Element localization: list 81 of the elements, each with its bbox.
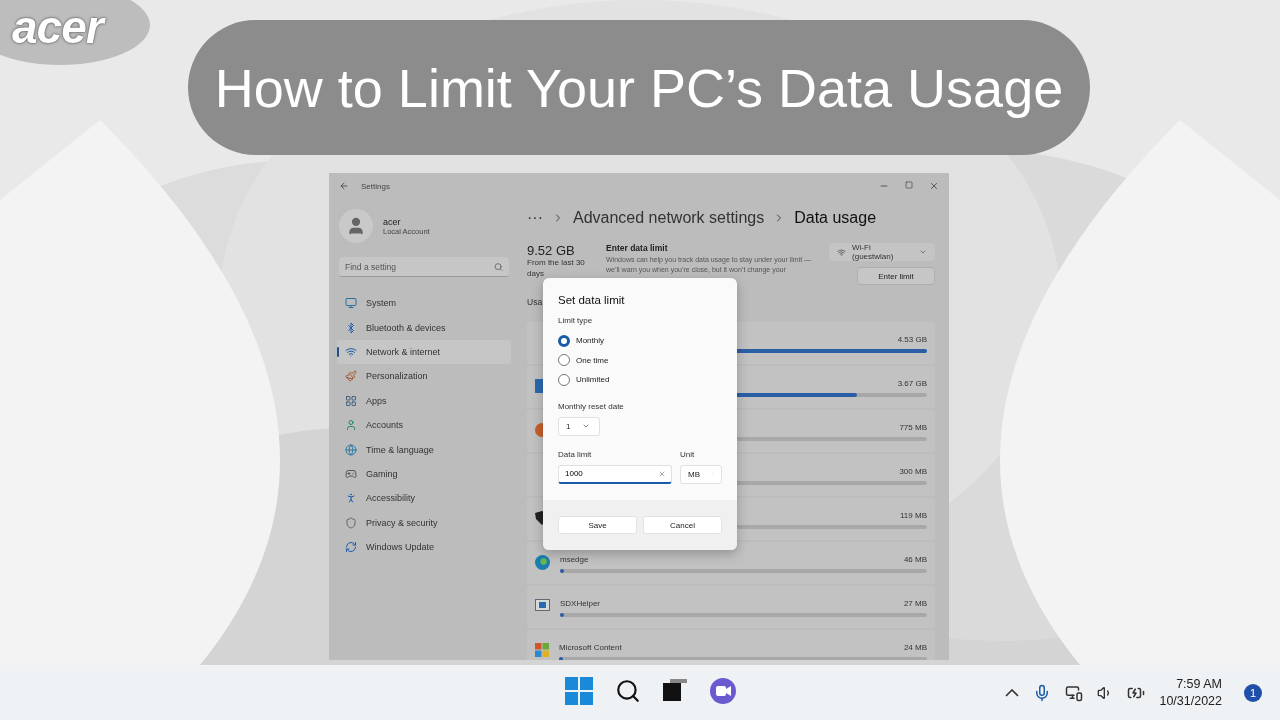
usage-amount: 300 MB <box>899 467 927 477</box>
chevron-up-icon[interactable] <box>1005 688 1020 697</box>
more-button[interactable]: ··· <box>527 209 543 227</box>
field-label: Data limit <box>558 449 593 459</box>
usage-total: 9.52 GB <box>527 243 576 258</box>
section-label: Usa <box>527 297 543 309</box>
usage-amount: 27 MB <box>903 599 927 609</box>
gamepad-icon <box>345 467 357 480</box>
usage-amount: 3.67 GB <box>897 379 927 389</box>
usage-amount: 119 MB <box>900 511 927 521</box>
radio-button[interactable] <box>558 354 570 367</box>
update-icon <box>345 541 357 554</box>
app-name: msedge <box>560 555 589 565</box>
nav-item[interactable]: Windows Update <box>337 534 511 560</box>
close-icon <box>929 181 939 191</box>
radio-button[interactable] <box>558 373 570 386</box>
avatar <box>339 209 373 243</box>
clear-icon <box>658 470 666 478</box>
usage-amount: 4.53 GB <box>897 335 927 345</box>
enter-limit-button[interactable]: Enter limit <box>857 267 935 285</box>
wifi-icon <box>345 345 357 358</box>
day-dropdown[interactable]: 1 <box>558 416 600 436</box>
network-dropdown[interactable]: Wi-Fi (guestwlan) <box>829 243 935 261</box>
apps-icon <box>345 394 357 407</box>
usage-amount: 24 MB <box>903 643 927 653</box>
notification-badge[interactable]: 1 <box>1244 683 1262 702</box>
clock-time[interactable]: 7:59 AM <box>1176 676 1222 693</box>
app-name: SDXHelper <box>560 599 600 609</box>
radio-option[interactable]: Monthly <box>558 331 722 351</box>
globe-icon <box>345 443 357 456</box>
usage-period: From the last 30 days <box>527 258 586 280</box>
radio-option[interactable]: One time <box>558 350 722 370</box>
four-squares-icon <box>535 643 549 657</box>
field-label: Unit <box>680 449 696 459</box>
task-view-icon[interactable] <box>663 679 687 703</box>
unit-dropdown[interactable]: MB <box>680 464 722 484</box>
nav-item[interactable]: Apps <box>337 388 511 413</box>
dialog-title: Set data limit <box>558 294 626 306</box>
data-limit-field[interactable]: 1000 <box>558 464 672 484</box>
browser-icon <box>535 555 550 570</box>
dialog-button[interactable]: Cancel <box>643 516 722 534</box>
accessibility-icon <box>345 492 357 505</box>
video-chat-icon[interactable] <box>709 677 737 705</box>
wifi-icon <box>837 247 847 257</box>
page-title: Data usage <box>794 209 877 227</box>
breadcrumb-link[interactable]: Advanced network settings <box>573 209 765 227</box>
monitor-icon <box>345 297 357 310</box>
shield-icon <box>345 516 357 529</box>
nav-item[interactable]: Personalization <box>337 364 511 389</box>
maximize-icon <box>905 181 913 189</box>
nav-item[interactable]: System <box>337 291 511 316</box>
nav-item[interactable]: Privacy & security <box>337 510 511 535</box>
bluetooth-icon <box>345 321 357 334</box>
window-title: Settings <box>361 181 390 191</box>
person-icon <box>345 419 357 432</box>
usage-amount: 775 MB <box>899 423 927 433</box>
limit-heading: Enter data limit <box>606 243 669 253</box>
clock-date[interactable]: 10/31/2022 <box>1159 692 1222 709</box>
account-name: acer <box>383 216 402 227</box>
start-icon[interactable] <box>565 677 593 705</box>
search-icon <box>615 678 641 704</box>
radio-option[interactable]: Unlimited <box>558 370 722 390</box>
app-name: Microsoft Content <box>559 643 622 653</box>
usage-amount: 46 MB <box>903 555 927 565</box>
nav-item[interactable]: Time & language <box>337 437 511 462</box>
video-title: How to Limit Your PC’s Data Usage <box>188 20 1090 155</box>
nav-item[interactable]: Accessibility <box>337 486 511 511</box>
window-icon <box>535 599 550 611</box>
field-label: Monthly reset date <box>558 401 625 411</box>
nav-item[interactable]: Gaming <box>337 461 511 487</box>
field-label: Limit type <box>558 316 594 325</box>
network-icon <box>1065 683 1084 702</box>
nav-item[interactable]: Accounts <box>337 412 511 438</box>
search-icon <box>494 262 503 272</box>
search-field[interactable]: Find a setting <box>339 257 509 277</box>
nav-item[interactable]: Network & internet <box>337 339 511 365</box>
back-icon <box>339 181 349 191</box>
radio-button[interactable] <box>558 334 570 347</box>
nav-item[interactable]: Bluetooth & devices <box>337 315 511 340</box>
brush-icon <box>345 370 357 383</box>
dialog-button[interactable]: Save <box>558 516 637 534</box>
